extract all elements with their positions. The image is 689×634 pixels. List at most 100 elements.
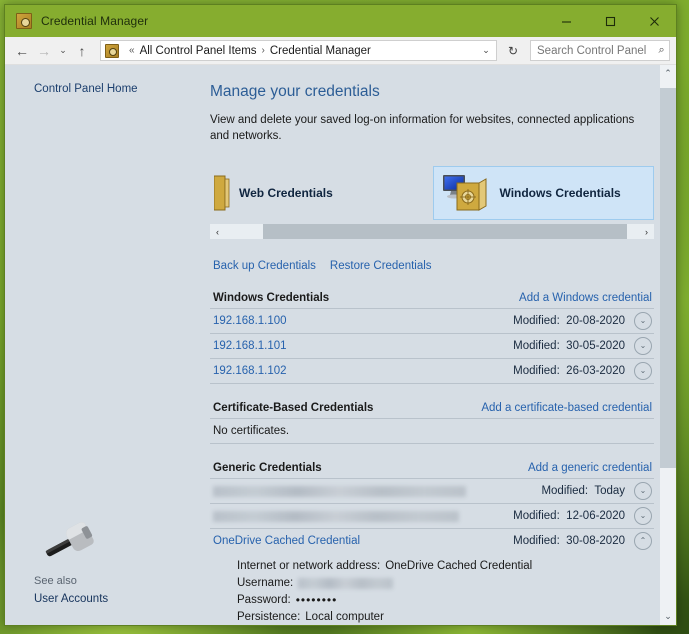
detail-persistence-row: Persistence: Local computer (237, 609, 652, 625)
redacted-credential-name[interactable] (213, 510, 459, 522)
scroll-right-icon[interactable]: › (639, 227, 654, 237)
section-title: Certificate-Based Credentials (213, 402, 374, 414)
window-body: Control Panel Home See also User Account… (5, 65, 676, 625)
search-box[interactable]: ⌕ (530, 40, 670, 61)
credential-name[interactable]: 192.168.1.100 (213, 315, 287, 327)
sidebar-item-control-panel-home[interactable]: Control Panel Home (34, 83, 195, 95)
breadcrumb-separator-icon: › (261, 45, 265, 56)
close-button[interactable] (632, 5, 676, 37)
password-value: •••••••• (295, 593, 338, 607)
section-windows-credentials: Windows Credentials Add a Windows creden… (210, 292, 654, 384)
password-label: Password: (237, 594, 291, 606)
credential-type-tiles: Web Credentials Windows Credentials (210, 166, 654, 220)
search-icon[interactable]: ⌕ (654, 44, 669, 57)
vscroll-track[interactable] (660, 82, 676, 608)
credential-name[interactable]: OneDrive Cached Credential (213, 535, 360, 547)
vault-icon (16, 13, 32, 29)
modified-value: 30-05-2020 (566, 340, 625, 352)
table-row[interactable]: Modified: Today ⌄ (210, 479, 654, 504)
address-bar[interactable]: « All Control Panel Items › Credential M… (100, 40, 497, 61)
redacted-credential-name[interactable] (213, 485, 466, 497)
table-row[interactable]: 192.168.1.100 Modified: 20-08-2020 ⌄ (210, 309, 654, 334)
credential-name[interactable]: 192.168.1.101 (213, 340, 287, 352)
table-row[interactable]: Modified: 12-06-2020 ⌄ (210, 504, 654, 529)
see-also-label: See also (34, 575, 77, 587)
see-also-section: See also User Accounts (34, 518, 184, 605)
modified-value: 30-08-2020 (566, 535, 625, 547)
hscroll-thumb[interactable] (263, 224, 627, 239)
minimize-button[interactable] (544, 5, 588, 37)
chevron-down-icon[interactable]: ⌄ (634, 337, 652, 355)
scroll-down-icon[interactable]: ⌄ (660, 608, 676, 625)
credential-modified: Modified: 30-08-2020 (513, 535, 625, 547)
tile-windows-credentials[interactable]: Windows Credentials (433, 166, 654, 220)
forward-icon: → (37, 42, 51, 59)
back-icon[interactable]: ← (11, 40, 33, 62)
persistence-label: Persistence: (237, 611, 301, 623)
modified-label: Modified: (513, 535, 560, 547)
breadcrumb-overflow-icon[interactable]: « (129, 45, 135, 56)
chevron-down-icon[interactable]: ⌄ (634, 362, 652, 380)
content-pane: Manage your credentials View and delete … (195, 65, 676, 625)
add-a-windows-credential-link[interactable]: Add a Windows credential (519, 292, 652, 304)
breadcrumb-item-credential-manager[interactable]: Credential Manager (270, 45, 371, 57)
hammer-icon (45, 522, 94, 557)
horizontal-scrollbar[interactable]: ‹ › (210, 224, 654, 239)
credential-modified: Modified: 30-05-2020 (513, 340, 625, 352)
table-row[interactable]: 192.168.1.101 Modified: 30-05-2020 ⌄ (210, 334, 654, 359)
no-certificates-text: No certificates. (213, 425, 290, 437)
empty-state-row: No certificates. (210, 419, 654, 444)
modified-label: Modified: (513, 340, 560, 352)
restore-credentials-link[interactable]: Restore Credentials (330, 260, 432, 272)
address-label: Internet or network address: (237, 560, 381, 572)
tile-web-credentials-label: Web Credentials (239, 186, 333, 200)
credential-manager-window: Credential Manager ← → ⌄ ↑ « All Control… (4, 4, 677, 626)
modified-label: Modified: (513, 365, 560, 377)
detail-username-row: Username: (237, 575, 652, 592)
modified-label: Modified: (513, 510, 560, 522)
vault-icon (214, 175, 230, 211)
title-bar: Credential Manager (5, 5, 676, 37)
chevron-up-icon[interactable]: ⌃ (634, 532, 652, 550)
modified-value: Today (594, 485, 625, 497)
section-header: Windows Credentials Add a Windows creden… (210, 292, 654, 309)
back-up-credentials-link[interactable]: Back up Credentials (213, 260, 316, 272)
credential-modified: Modified: 20-08-2020 (513, 315, 625, 327)
windows-vault-icon (443, 175, 487, 211)
add-a-certificate-based-credential-link[interactable]: Add a certificate-based credential (481, 402, 652, 414)
up-icon[interactable]: ↑ (71, 40, 93, 62)
redacted-username-value (298, 578, 394, 589)
section-header: Certificate-Based Credentials Add a cert… (210, 402, 654, 419)
tile-web-credentials[interactable]: Web Credentials (210, 166, 433, 220)
modified-value: 26-03-2020 (566, 365, 625, 377)
sidebar-item-user-accounts[interactable]: User Accounts (34, 593, 184, 605)
breadcrumb-item-all-control-panel-items[interactable]: All Control Panel Items (140, 45, 257, 57)
vscroll-thumb[interactable] (660, 88, 676, 468)
vertical-scrollbar[interactable]: ⌃ ⌄ (660, 65, 676, 625)
refresh-icon[interactable]: ↻ (502, 40, 524, 61)
credential-name[interactable]: 192.168.1.102 (213, 365, 287, 377)
scroll-up-icon[interactable]: ⌃ (660, 65, 676, 82)
table-row[interactable]: 192.168.1.102 Modified: 26-03-2020 ⌄ (210, 359, 654, 384)
hscroll-track[interactable] (225, 224, 639, 239)
maximize-button[interactable] (588, 5, 632, 37)
chevron-down-icon[interactable]: ⌄ (634, 312, 652, 330)
page-description: View and delete your saved log-on inform… (210, 114, 635, 142)
chevron-down-icon[interactable]: ⌄ (634, 482, 652, 500)
search-input[interactable] (531, 40, 655, 61)
scroll-left-icon[interactable]: ‹ (210, 227, 225, 237)
credential-modified: Modified: 26-03-2020 (513, 365, 625, 377)
add-a-generic-credential-link[interactable]: Add a generic credential (528, 462, 652, 474)
section-title: Windows Credentials (213, 292, 330, 304)
recent-locations-icon[interactable]: ⌄ (55, 40, 71, 62)
table-row-expanded[interactable]: OneDrive Cached Credential Modified: 30-… (210, 529, 654, 553)
credential-modified: Modified: 12-06-2020 (513, 510, 625, 522)
chevron-down-icon[interactable]: ⌄ (476, 45, 496, 56)
chevron-down-icon[interactable]: ⌄ (634, 507, 652, 525)
section-title: Generic Credentials (213, 462, 322, 474)
credential-modified: Modified: Today (541, 485, 625, 497)
detail-address-row: Internet or network address: OneDrive Ca… (237, 558, 652, 575)
page-title: Manage your credentials (210, 83, 380, 100)
persistence-value: Local computer (305, 611, 384, 623)
modified-value: 12-06-2020 (566, 510, 625, 522)
